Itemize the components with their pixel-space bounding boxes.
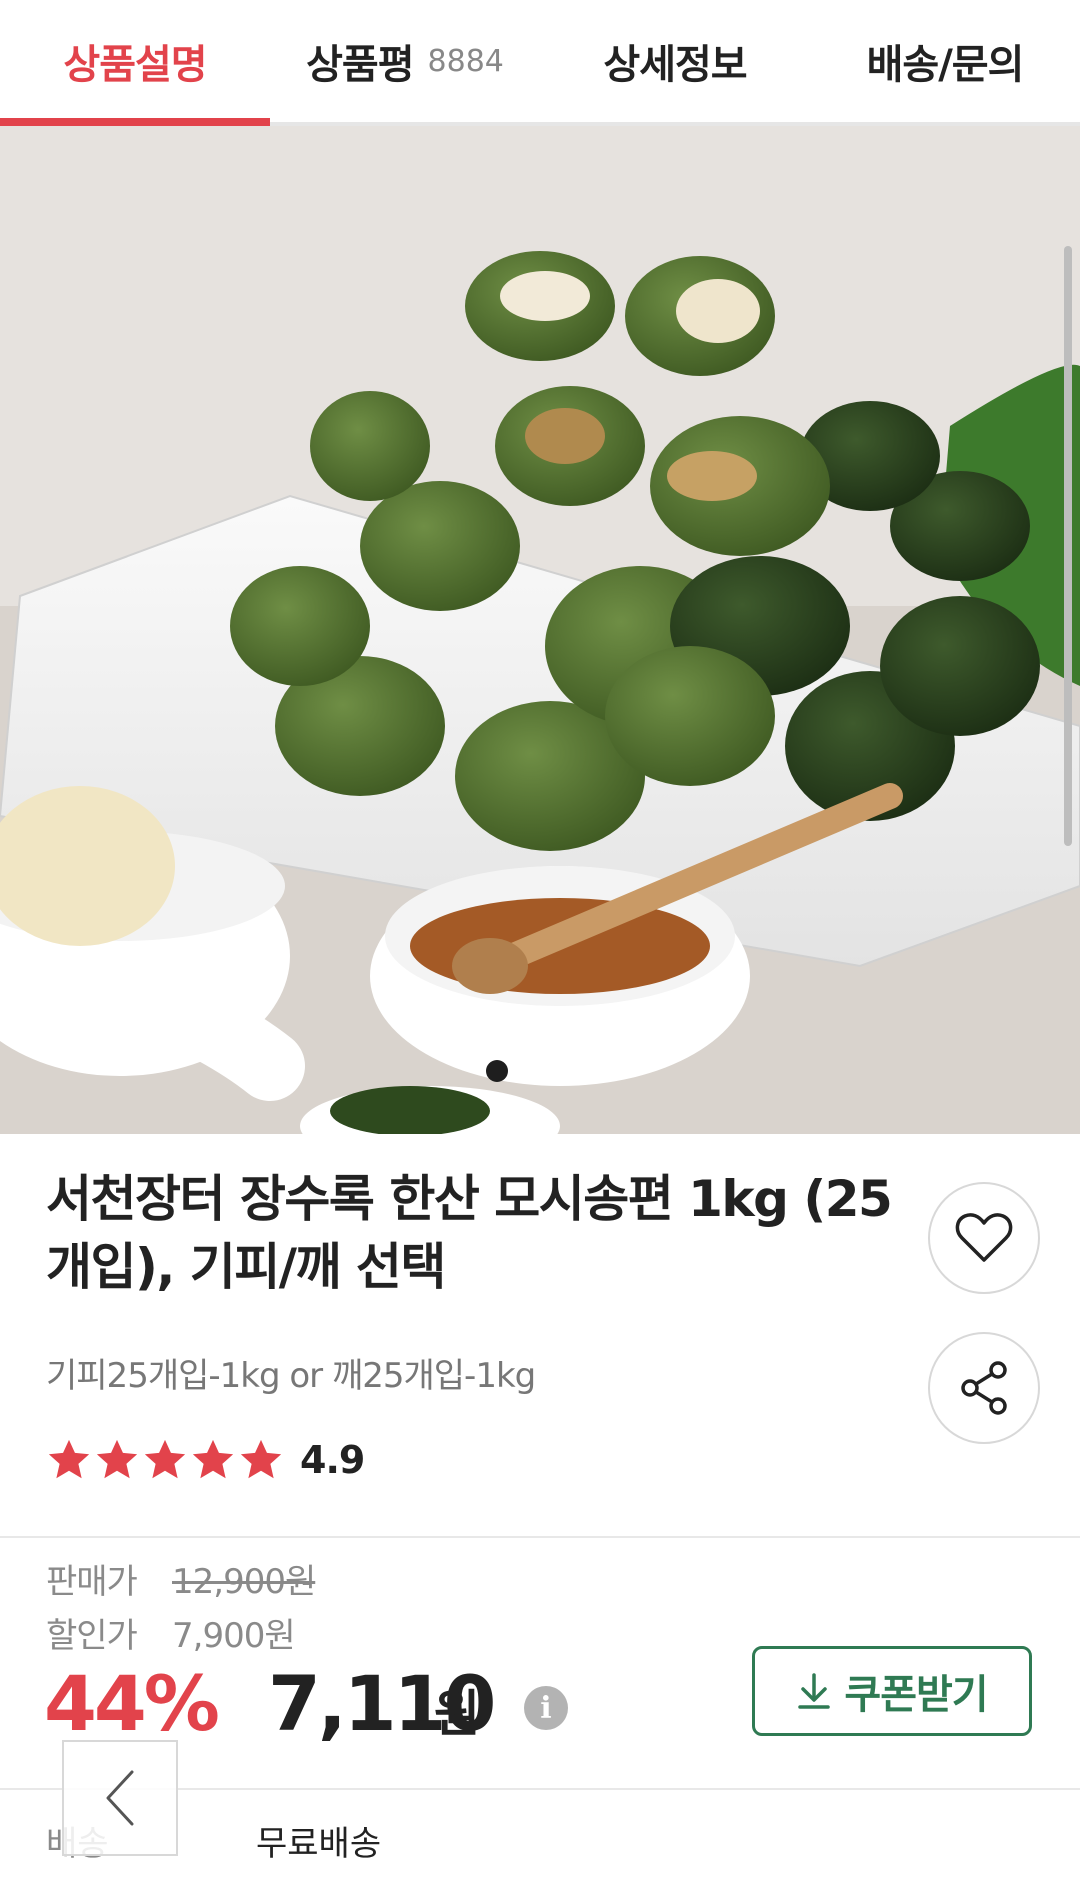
rating-value: 4.9 <box>300 1438 365 1482</box>
star-icon <box>144 1439 186 1479</box>
review-count: 8884 <box>427 43 504 79</box>
product-image-carousel[interactable] <box>0 126 1080 1134</box>
tab-details[interactable]: 상세정보 <box>540 0 810 122</box>
carousel-dot-active[interactable] <box>486 1060 508 1082</box>
share-icon <box>961 1361 1007 1415</box>
final-price-unit: 원 <box>434 1685 480 1743</box>
price-info-icon[interactable]: i <box>524 1686 568 1730</box>
tab-label: 상품평 <box>306 42 414 88</box>
share-button[interactable] <box>928 1332 1040 1444</box>
active-tab-indicator <box>0 118 270 126</box>
star-icon <box>48 1439 90 1479</box>
chevron-left-icon <box>106 1770 134 1826</box>
scrollbar[interactable] <box>1064 246 1072 846</box>
list-price-label: 판매가 <box>46 1562 138 1602</box>
product-option-summary: 기피25개입-1kg or 깨25개입-1kg <box>46 1356 536 1396</box>
coupon-download-button[interactable]: 쿠폰받기 <box>752 1646 1032 1736</box>
shipping-value: 무료배송 <box>256 1824 382 1864</box>
divider <box>0 1536 1080 1538</box>
sale-price-row: 할인가 7,900원 <box>46 1608 296 1657</box>
list-price-row: 판매가 12,900원 <box>46 1554 316 1603</box>
star-icon <box>240 1439 282 1479</box>
carousel-indicator <box>0 1060 1080 1082</box>
product-photo <box>0 126 1080 1134</box>
discount-rate: 44% <box>44 1659 220 1748</box>
tab-label: 배송/문의 <box>866 42 1025 88</box>
download-icon <box>798 1673 831 1709</box>
list-price: 12,900원 <box>172 1562 316 1602</box>
carousel-dot[interactable] <box>568 1062 586 1080</box>
coupon-label: 쿠폰받기 <box>844 1672 988 1718</box>
wishlist-button[interactable] <box>928 1182 1040 1294</box>
product-rating[interactable]: 4.9 <box>46 1436 365 1484</box>
tab-bar: 상품설명 상품평 8884 상세정보 배송/문의 <box>0 0 1080 126</box>
product-title: 서천장터 장수록 한산 모시송편 1kg (25개입), 기피/깨 선택 <box>46 1170 893 1296</box>
tab-shipping-inquiry[interactable]: 배송/문의 <box>810 0 1080 122</box>
sale-price-label: 할인가 <box>46 1616 138 1656</box>
tab-label: 상품설명 <box>63 42 207 88</box>
tab-label: 상세정보 <box>603 42 747 88</box>
star-icon <box>192 1439 234 1479</box>
heart-icon <box>955 1213 1013 1262</box>
tab-description[interactable]: 상품설명 <box>0 0 270 122</box>
back-button[interactable] <box>62 1740 178 1856</box>
tab-reviews[interactable]: 상품평 8884 <box>270 0 540 122</box>
sale-price: 7,900원 <box>172 1616 296 1656</box>
star-icon <box>96 1439 138 1479</box>
